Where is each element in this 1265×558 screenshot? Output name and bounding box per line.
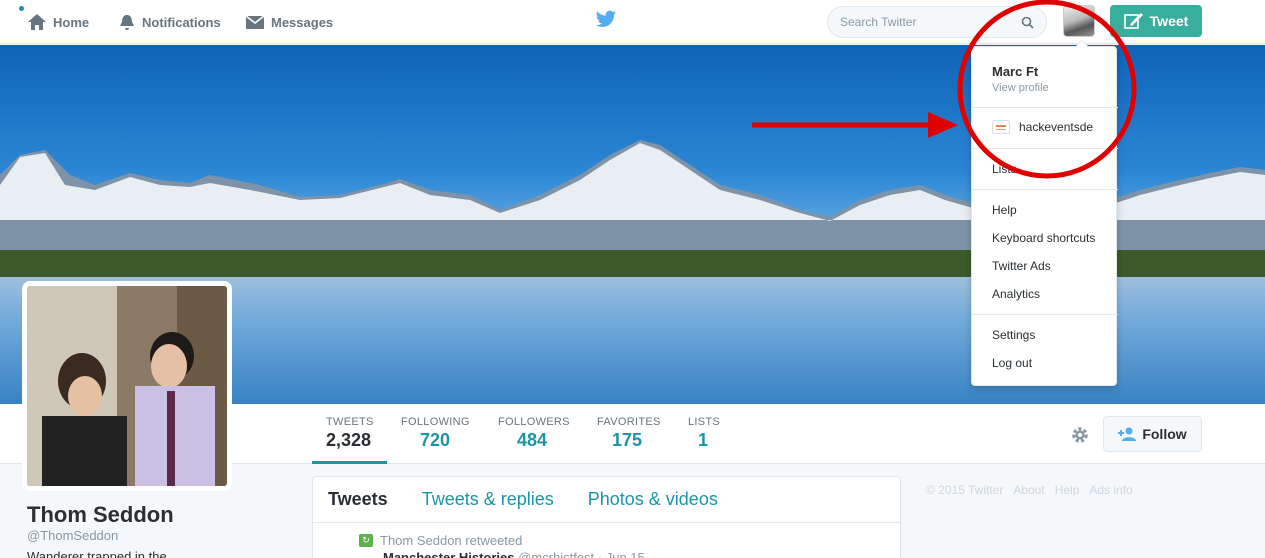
menu-item-settings[interactable]: Settings xyxy=(992,328,1035,342)
stat-tweets-value: 2,328 xyxy=(326,430,372,450)
stat-following-label: FOLLOWING xyxy=(401,416,470,428)
follow-button-label: Follow xyxy=(1142,426,1187,442)
new-activity-dot xyxy=(19,6,24,11)
retweet-context: ↻ Thom Seddon retweeted xyxy=(359,533,522,548)
profile-handle[interactable]: @ThomSeddon xyxy=(27,528,118,543)
footer-help[interactable]: Help xyxy=(1055,483,1080,497)
tweet-meta[interactable]: @mcrhistfest · Jun 15 xyxy=(518,550,645,558)
stat-followers-value: 484 xyxy=(517,430,548,450)
tab-tweets-replies[interactable]: Tweets & replies xyxy=(422,489,554,510)
tweet-author[interactable]: Manchester Histories xyxy=(383,550,515,558)
retweet-context-text[interactable]: Thom Seddon retweeted xyxy=(380,533,522,548)
timeline-card: Tweets Tweets & replies Photos & videos … xyxy=(312,476,901,558)
footer-copyright: © 2015 Twitter xyxy=(926,483,1004,497)
compose-icon xyxy=(1123,13,1143,29)
nav-home-label: Home xyxy=(53,14,90,30)
menu-item-logout[interactable]: Log out xyxy=(992,356,1032,370)
profile-name: Thom Seddon xyxy=(27,502,174,527)
account-avatar-button[interactable] xyxy=(1063,5,1095,37)
tweet-button-label: Tweet xyxy=(1149,13,1189,29)
tweet-button[interactable]: Tweet xyxy=(1110,5,1202,37)
menu-divider xyxy=(972,148,1118,149)
home-icon xyxy=(28,14,46,30)
stat-lists-label: LISTS xyxy=(688,416,721,428)
stat-following[interactable]: FOLLOWING 720 xyxy=(401,404,470,464)
tab-tweets[interactable]: Tweets xyxy=(328,489,388,510)
stat-tweets[interactable]: TWEETS 2,328 xyxy=(312,404,387,464)
search-placeholder: Search Twitter xyxy=(840,15,917,29)
tab-photos-videos[interactable]: Photos & videos xyxy=(588,489,718,510)
nav-notifications-label: Notifications xyxy=(142,14,221,30)
footer-about[interactable]: About xyxy=(1013,483,1044,497)
menu-item-account[interactable]: hackeventsde xyxy=(992,120,1093,134)
gear-icon[interactable] xyxy=(1070,425,1090,445)
menu-item-twitter-ads[interactable]: Twitter Ads xyxy=(992,259,1051,273)
stat-followers-label: FOLLOWERS xyxy=(498,416,570,428)
menu-divider xyxy=(972,189,1118,190)
bell-icon xyxy=(120,15,134,30)
account-dropdown-menu: Marc Ft View profile hackeventsde Lists … xyxy=(971,40,1118,386)
account-logo-icon xyxy=(992,120,1010,134)
search-input[interactable]: Search Twitter xyxy=(827,6,1047,38)
menu-user-name[interactable]: Marc Ft xyxy=(992,64,1038,79)
stat-favorites[interactable]: FAVORITES 175 xyxy=(597,404,661,464)
menu-divider xyxy=(972,107,1118,108)
add-user-icon xyxy=(1118,427,1137,441)
stat-favorites-label: FAVORITES xyxy=(597,416,661,428)
nav-messages-label: Messages xyxy=(271,14,334,30)
profile-bio: Wanderer trapped in the xyxy=(27,549,167,558)
top-navigation-bar: Home Notifications Messages Search Twitt… xyxy=(0,0,1265,44)
nav-notifications[interactable]: Notifications xyxy=(118,0,221,44)
footer-links: © 2015 Twitter About Help Ads info xyxy=(926,483,1133,497)
stat-lists-value: 1 xyxy=(698,430,709,450)
stat-lists[interactable]: LISTS 1 xyxy=(688,404,720,464)
nav-messages[interactable]: Messages xyxy=(245,0,333,44)
search-icon[interactable] xyxy=(1021,16,1034,29)
twitter-bird-logo[interactable] xyxy=(595,10,617,29)
stat-favorites-value: 175 xyxy=(612,430,643,450)
stat-followers[interactable]: FOLLOWERS 484 xyxy=(498,404,570,464)
menu-account-label: hackeventsde xyxy=(1019,120,1094,134)
menu-item-analytics[interactable]: Analytics xyxy=(992,287,1040,301)
retweet-icon: ↻ xyxy=(359,534,373,547)
envelope-icon xyxy=(245,15,265,29)
follow-button[interactable]: Follow xyxy=(1103,416,1202,452)
menu-item-help[interactable]: Help xyxy=(992,203,1017,217)
tweet-header: Manchester Histories @mcrhistfest · Jun … xyxy=(383,550,645,558)
nav-home[interactable]: Home xyxy=(27,0,89,44)
menu-divider xyxy=(972,314,1118,315)
stat-following-value: 720 xyxy=(420,430,451,450)
footer-ads-info[interactable]: Ads info xyxy=(1089,483,1132,497)
view-profile-link[interactable]: View profile xyxy=(992,82,1049,94)
profile-photo[interactable] xyxy=(22,281,232,491)
stat-tweets-label: TWEETS xyxy=(326,416,374,428)
timeline-tabs: Tweets Tweets & replies Photos & videos xyxy=(313,477,900,523)
menu-item-keyboard-shortcuts[interactable]: Keyboard shortcuts xyxy=(992,231,1095,245)
menu-item-lists[interactable]: Lists xyxy=(992,162,1017,176)
